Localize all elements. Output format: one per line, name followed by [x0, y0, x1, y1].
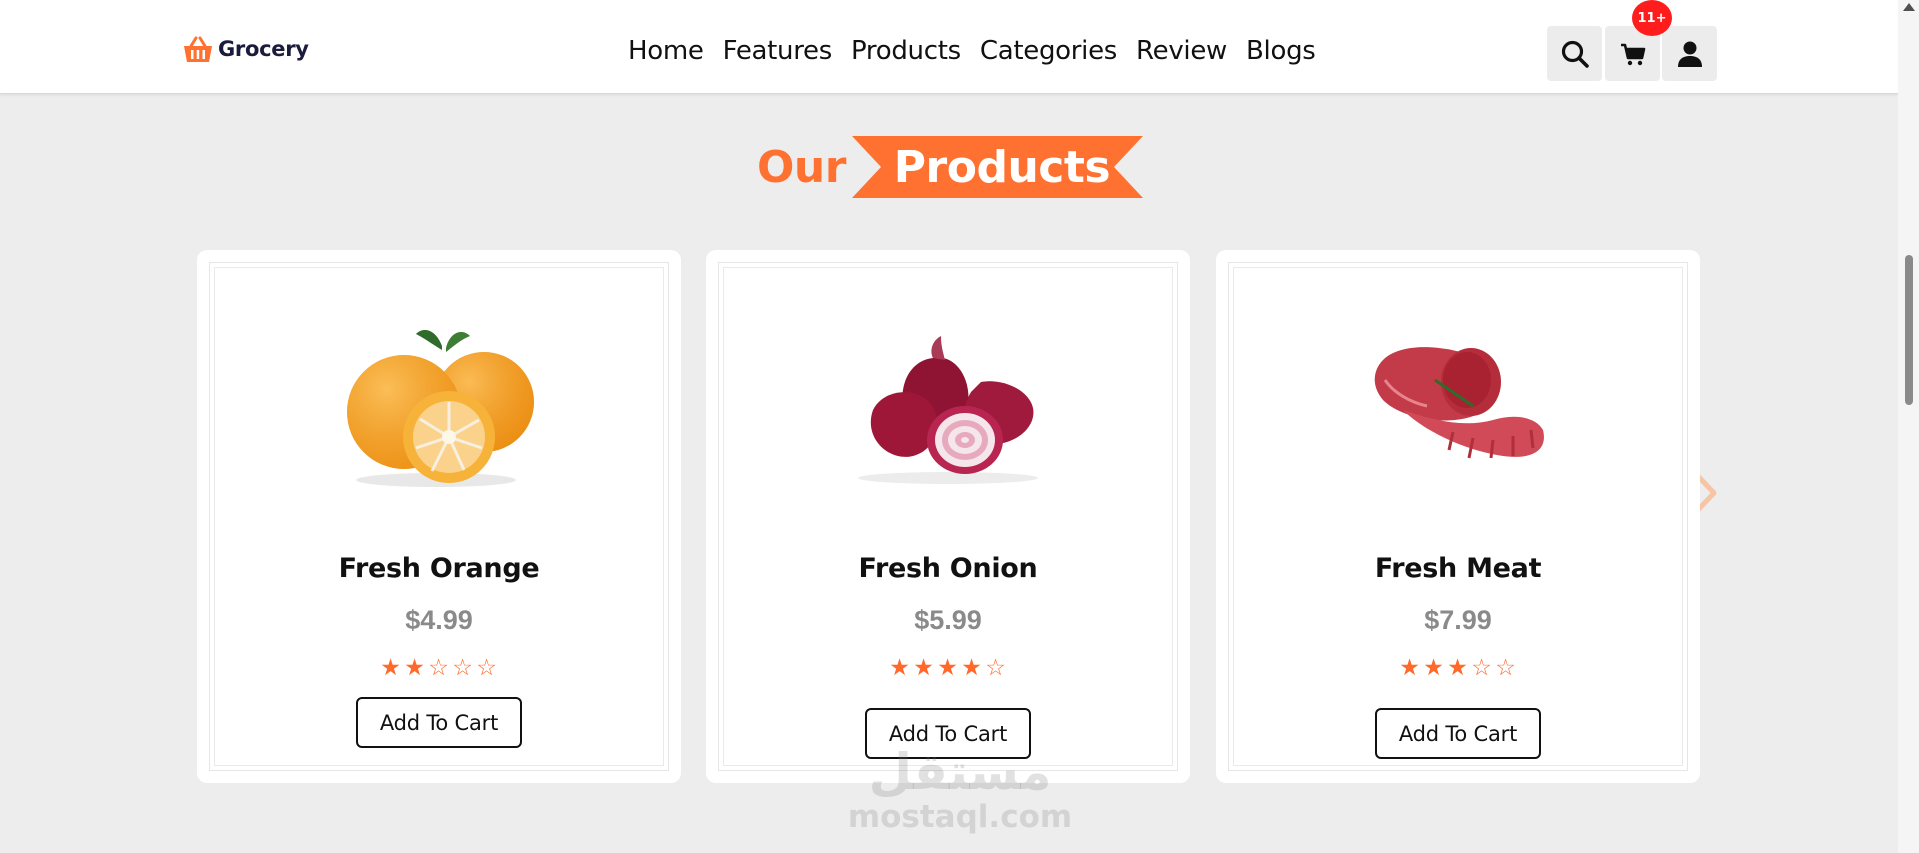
star-filled-icon: ★ [1447, 655, 1469, 681]
site-header: Grocery Home Features Products Categorie… [0, 0, 1898, 94]
rating-stars: ★ ★ ☆ ☆ ☆ [197, 655, 681, 681]
search-button[interactable] [1547, 26, 1602, 81]
star-filled-icon: ★ [1423, 655, 1445, 681]
nav-blogs[interactable]: Blogs [1246, 36, 1316, 66]
add-to-cart-button[interactable]: Add To Cart [1375, 708, 1541, 759]
star-empty-icon: ☆ [452, 655, 474, 681]
vertical-scrollbar[interactable] [1898, 0, 1919, 853]
meat-image [1374, 347, 1544, 459]
star-filled-icon: ★ [1399, 655, 1421, 681]
watermark-arabic: مستقل [868, 743, 1052, 801]
star-filled-icon: ★ [889, 655, 911, 681]
nav-products[interactable]: Products [851, 36, 961, 66]
star-empty-icon: ☆ [428, 655, 450, 681]
user-icon [1677, 41, 1702, 67]
watermark-latin: mostaql.com [847, 799, 1073, 835]
main-nav: Home Features Products Categories Review… [628, 36, 1316, 66]
search-icon [1561, 40, 1589, 68]
orange-image [347, 330, 534, 487]
scrollbar-thumb[interactable] [1905, 255, 1913, 405]
product-card: Fresh Meat $7.99 ★ ★ ★ ☆ ☆ Add To Cart [1216, 250, 1700, 783]
nav-home[interactable]: Home [628, 36, 704, 66]
product-price: $5.99 [914, 605, 982, 635]
star-empty-icon: ☆ [1495, 655, 1517, 681]
star-filled-icon: ★ [913, 655, 935, 681]
scroll-up-arrow-icon[interactable] [1903, 3, 1915, 11]
nav-features[interactable]: Features [723, 36, 833, 66]
product-price: $7.99 [1424, 605, 1492, 635]
product-name: Fresh Onion [858, 553, 1038, 584]
nav-review[interactable]: Review [1136, 36, 1227, 66]
star-filled-icon: ★ [380, 655, 402, 681]
product-card: Fresh Onion $5.99 ★ ★ ★ ★ ☆ Add To Cart [706, 250, 1190, 783]
star-empty-icon: ☆ [1471, 655, 1493, 681]
cart-count-badge: 11+ [1632, 0, 1672, 36]
logo[interactable]: Grocery [182, 34, 309, 64]
user-button[interactable] [1662, 26, 1717, 81]
section-heading: Our Products [757, 136, 1226, 198]
heading-highlight: Products [893, 141, 1111, 193]
star-empty-icon: ☆ [476, 655, 498, 681]
basket-icon [184, 36, 212, 62]
rating-stars: ★ ★ ★ ☆ ☆ [1216, 655, 1700, 681]
heading-ribbon: Products [851, 136, 1226, 198]
product-name: Fresh Meat [1374, 553, 1542, 584]
star-filled-icon: ★ [961, 655, 983, 681]
logo-text: Grocery [218, 37, 309, 61]
cart-icon [1620, 43, 1645, 65]
heading-plain: Our [757, 141, 846, 193]
rating-stars: ★ ★ ★ ★ ☆ [706, 655, 1190, 681]
add-to-cart-button[interactable]: Add To Cart [356, 697, 522, 748]
star-filled-icon: ★ [937, 655, 959, 681]
product-name: Fresh Orange [338, 553, 540, 584]
onion-image [858, 336, 1038, 484]
star-filled-icon: ★ [404, 655, 426, 681]
watermark: مستقل mostaql.com [845, 743, 1075, 835]
product-price: $4.99 [405, 605, 473, 635]
star-empty-icon: ☆ [985, 655, 1007, 681]
nav-categories[interactable]: Categories [980, 36, 1117, 66]
product-card: Fresh Orange $4.99 ★ ★ ☆ ☆ ☆ Add To Cart [197, 250, 681, 783]
